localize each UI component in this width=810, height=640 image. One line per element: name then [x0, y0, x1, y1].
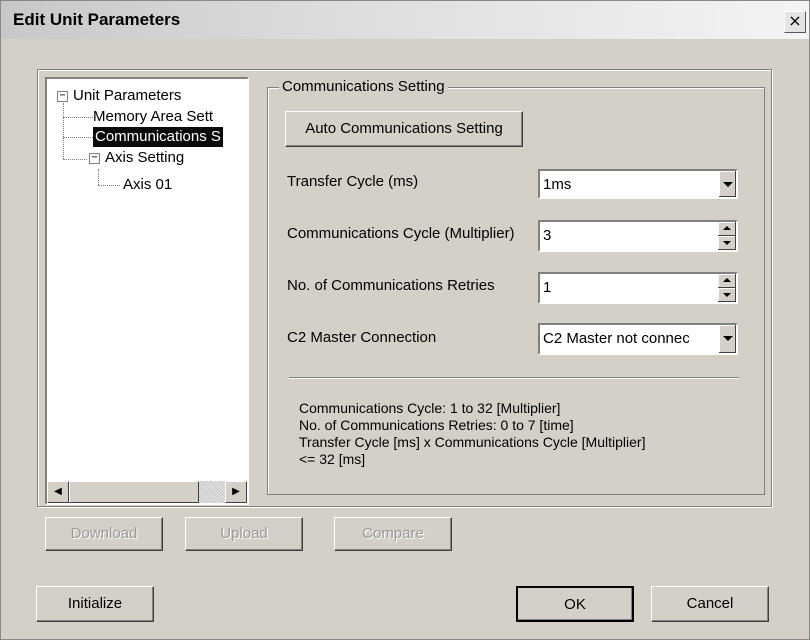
tree-line	[98, 169, 99, 185]
cancel-button[interactable]: Cancel	[651, 586, 769, 622]
c2-master-dropdown[interactable]: C2 Master not connec	[538, 323, 738, 355]
ok-button[interactable]: OK	[516, 586, 634, 622]
chevron-down-icon[interactable]	[718, 325, 736, 353]
initialize-button[interactable]: Initialize	[36, 586, 154, 622]
communications-cycle-value: 3	[543, 227, 552, 244]
scroll-track[interactable]	[199, 481, 225, 503]
spin-up-icon[interactable]	[718, 274, 736, 288]
retries-stepper[interactable]	[718, 274, 736, 302]
window-title: Edit Unit Parameters	[13, 10, 181, 29]
note-line: Communications Cycle: 1 to 32 [Multiplie…	[299, 400, 561, 416]
parameter-tree[interactable]: − Unit Parameters Memory Area Sett Commu…	[45, 77, 249, 505]
tree-line	[63, 159, 87, 160]
collapse-toggle-unit-parameters[interactable]: −	[57, 91, 68, 102]
tree-node-unit-parameters[interactable]: Unit Parameters	[73, 86, 181, 106]
tree-line	[63, 117, 93, 118]
tree-node-axis-setting[interactable]: Axis Setting	[105, 148, 184, 168]
tree-node-memory-area[interactable]: Memory Area Sett	[93, 107, 213, 127]
communications-cycle-spinner[interactable]: 3	[538, 220, 738, 252]
retries-value: 1	[543, 279, 552, 296]
scroll-right-button[interactable]: ▶	[225, 481, 247, 503]
c2-master-label: C2 Master Connection	[287, 329, 437, 346]
spin-down-icon[interactable]	[718, 288, 736, 302]
tree-line	[63, 137, 64, 159]
close-button[interactable]: ×	[784, 11, 806, 33]
group-title: Communications Setting	[279, 78, 448, 95]
transfer-cycle-dropdown[interactable]: 1ms	[538, 169, 738, 199]
tree-content: − Unit Parameters Memory Area Sett Commu…	[47, 79, 247, 481]
c2-master-value: C2 Master not connec	[543, 330, 690, 347]
transfer-cycle-value: 1ms	[543, 176, 572, 193]
chevron-down-icon[interactable]	[718, 171, 736, 197]
upload-button[interactable]: Upload	[185, 517, 303, 551]
download-button[interactable]: Download	[45, 517, 163, 551]
separator	[289, 377, 739, 379]
communications-cycle-stepper[interactable]	[718, 222, 736, 250]
retries-spinner[interactable]: 1	[538, 272, 738, 304]
note-line: No. of Communications Retries: 0 to 7 [t…	[299, 417, 574, 433]
tree-line	[63, 137, 93, 138]
compare-button[interactable]: Compare	[334, 517, 452, 551]
title-bar[interactable]: Edit Unit Parameters ×	[1, 1, 809, 39]
tree-node-communications[interactable]: Communications S	[93, 127, 223, 147]
tree-line	[98, 185, 120, 186]
note-line: Transfer Cycle [ms] x Communications Cyc…	[299, 434, 646, 450]
spin-down-icon[interactable]	[718, 236, 736, 250]
scroll-left-button[interactable]: ◀	[47, 481, 69, 503]
transfer-cycle-label: Transfer Cycle (ms)	[287, 173, 419, 190]
edit-unit-parameters-dialog: Edit Unit Parameters × − Unit Parameters…	[0, 0, 810, 640]
auto-communications-setting-button[interactable]: Auto Communications Setting	[285, 111, 523, 147]
retries-label: No. of Communications Retries	[287, 277, 495, 294]
collapse-toggle-axis-setting[interactable]: −	[89, 153, 100, 164]
tree-line	[63, 103, 64, 139]
spin-up-icon[interactable]	[718, 222, 736, 236]
scroll-thumb[interactable]	[69, 481, 199, 503]
tree-node-axis-01[interactable]: Axis 01	[123, 175, 172, 195]
tree-horizontal-scrollbar[interactable]: ◀ ▶	[47, 481, 247, 503]
note-line: <= 32 [ms]	[299, 451, 366, 467]
communications-cycle-label: Communications Cycle (Multiplier)	[287, 225, 515, 242]
